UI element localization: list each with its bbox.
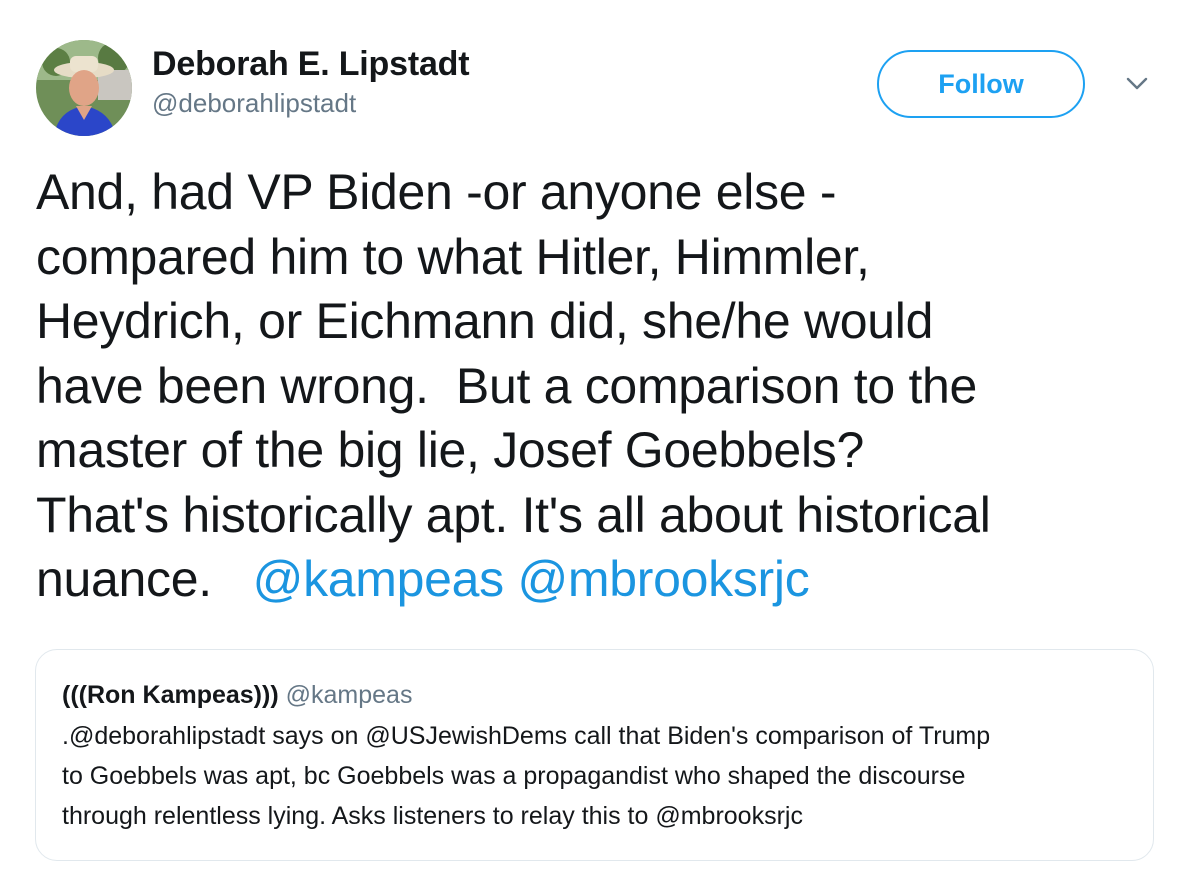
tweet-line-text: nuance.	[36, 551, 253, 607]
tweet-line-last: nuance. @kampeas @mbrooksrjc	[36, 547, 1156, 612]
tweet-line: That's historically apt. It's all about …	[36, 486, 991, 543]
tweet-card: Deborah E. Lipstadt @deborahlipstadt Fol…	[0, 0, 1179, 882]
quoted-tweet-text: .@deborahlipstadt says on @USJewishDems …	[62, 716, 1127, 836]
quoted-line: through relentless lying. Asks listeners…	[62, 802, 803, 830]
tweet-text: And, had VP Biden -or anyone else - compa…	[36, 160, 1156, 612]
follow-button[interactable]: Follow	[877, 50, 1085, 118]
avatar[interactable]	[36, 40, 132, 136]
quoted-tweet-header: (((Ron Kampeas))) @kampeas	[62, 678, 1127, 712]
quoted-line: .@deborahlipstadt says on @USJewishDems …	[62, 722, 991, 750]
avatar-image	[36, 40, 132, 136]
tweet-line: Heydrich, or Eichmann did, she/he would	[36, 293, 934, 349]
tweet-line: master of the big lie, Josef Goebbels?	[36, 422, 864, 478]
chevron-down-icon[interactable]	[1122, 72, 1152, 96]
author-block: Deborah E. Lipstadt @deborahlipstadt	[152, 44, 470, 120]
mention-link-mbrooksrjc[interactable]: @mbrooksrjc	[517, 551, 809, 607]
tweet-line: have been wrong. But a comparison to the	[36, 357, 978, 414]
author-display-name[interactable]: Deborah E. Lipstadt	[152, 44, 470, 84]
quoted-tweet[interactable]: (((Ron Kampeas))) @kampeas .@deborahlips…	[35, 649, 1154, 861]
quoted-author-handle: @kampeas	[285, 681, 413, 709]
author-handle[interactable]: @deborahlipstadt	[152, 86, 469, 120]
quoted-line: to Goebbels was apt, bc Goebbels was a p…	[62, 762, 966, 790]
tweet-line: compared him to what Hitler, Himmler,	[36, 228, 870, 285]
tweet-line: And, had VP Biden -or anyone else -	[36, 164, 837, 220]
quoted-author-name: (((Ron Kampeas)))	[62, 681, 279, 709]
mention-link-kampeas[interactable]: @kampeas	[253, 551, 505, 607]
